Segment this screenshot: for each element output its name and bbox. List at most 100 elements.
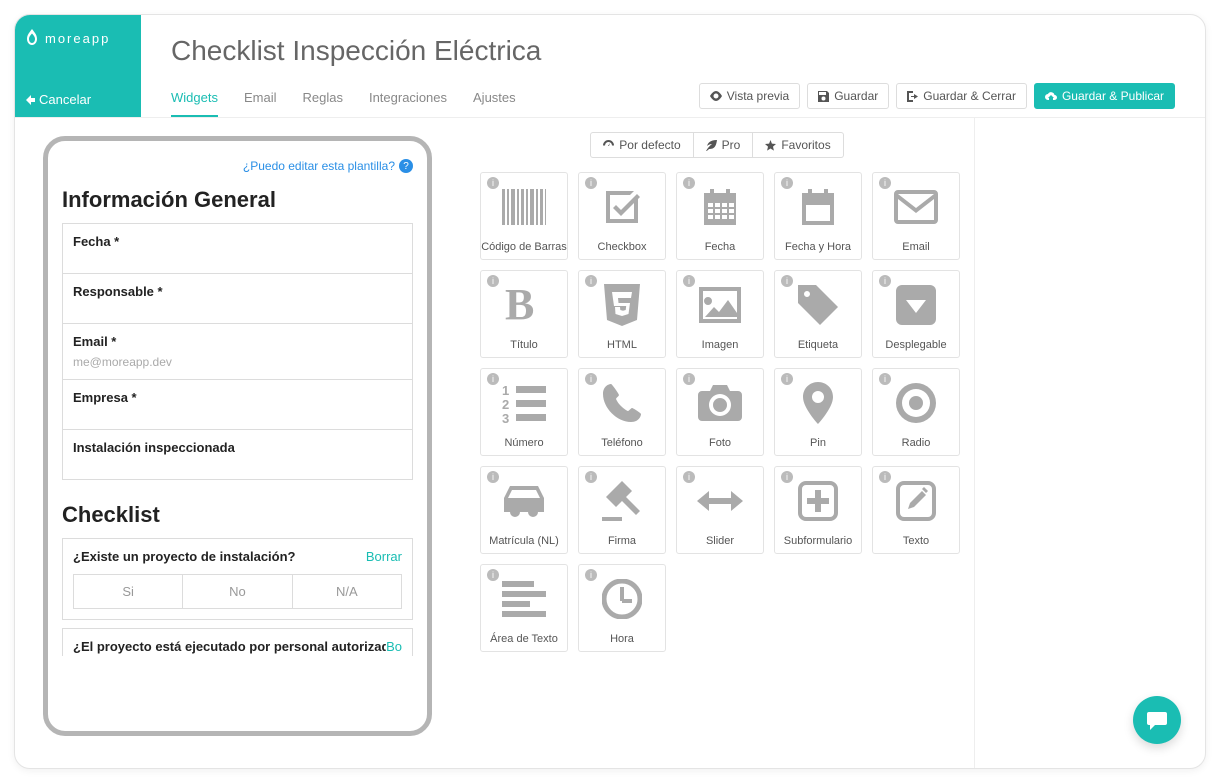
- info-icon[interactable]: i: [487, 569, 499, 581]
- arrow-left-icon: [25, 95, 35, 105]
- calendar-grid-icon: [700, 187, 740, 227]
- widget-label: Teléfono: [601, 437, 643, 449]
- phone-icon: [603, 384, 641, 422]
- delete-button[interactable]: Bo: [386, 639, 402, 654]
- widget-number[interactable]: i 123 Número: [480, 368, 568, 456]
- field-empresa[interactable]: Empresa *: [63, 380, 412, 430]
- chat-fab[interactable]: [1133, 696, 1181, 744]
- widget-header[interactable]: i B Título: [480, 270, 568, 358]
- question-text: ¿El proyecto está ejecutado por personal…: [73, 639, 386, 654]
- widget-textarea[interactable]: i Área de Texto: [480, 564, 568, 652]
- widget-slider[interactable]: i Slider: [676, 466, 764, 554]
- save-publish-button[interactable]: Guardar & Publicar: [1034, 83, 1175, 109]
- widget-html[interactable]: i HTML: [578, 270, 666, 358]
- info-icon[interactable]: i: [487, 177, 499, 189]
- option-si[interactable]: Si: [74, 575, 183, 608]
- save-close-label: Guardar & Cerrar: [923, 89, 1016, 103]
- widget-label: Hora: [610, 633, 634, 645]
- save-close-button[interactable]: Guardar & Cerrar: [896, 83, 1027, 109]
- widget-pin[interactable]: i Pin: [774, 368, 862, 456]
- option-no[interactable]: No: [183, 575, 292, 608]
- tab-widgets[interactable]: Widgets: [171, 90, 218, 117]
- info-icon[interactable]: i: [781, 177, 793, 189]
- info-icon[interactable]: i: [487, 275, 499, 287]
- widget-subform[interactable]: i Subformulario: [774, 466, 862, 554]
- widget-radio[interactable]: i Radio: [872, 368, 960, 456]
- field-email[interactable]: Email * me@moreapp.dev: [63, 324, 412, 380]
- info-icon[interactable]: i: [585, 177, 597, 189]
- widget-datetime[interactable]: i Fecha y Hora: [774, 172, 862, 260]
- save-button[interactable]: Guardar: [807, 83, 889, 109]
- info-icon[interactable]: i: [585, 471, 597, 483]
- tab-integrations[interactable]: Integraciones: [369, 90, 447, 117]
- tab-email[interactable]: Email: [244, 90, 277, 117]
- edit-template-help[interactable]: ¿Puedo editar esta plantilla? ?: [62, 159, 413, 173]
- tab-rules[interactable]: Reglas: [302, 90, 342, 117]
- field-fecha[interactable]: Fecha *: [63, 224, 412, 274]
- info-icon[interactable]: i: [781, 275, 793, 287]
- info-icon[interactable]: i: [683, 471, 695, 483]
- camera-icon: [698, 385, 742, 421]
- info-icon[interactable]: i: [487, 373, 499, 385]
- delete-button[interactable]: Borrar: [366, 549, 402, 564]
- widget-license-plate[interactable]: i Matrícula (NL): [480, 466, 568, 554]
- form-preview-pane: ¿Puedo editar esta plantilla? ? Informac…: [15, 118, 460, 768]
- palette-tab-default[interactable]: Por defecto: [590, 132, 693, 158]
- field-instalacion[interactable]: Instalación inspeccionada: [63, 430, 412, 479]
- info-icon[interactable]: i: [585, 373, 597, 385]
- info-icon[interactable]: i: [585, 275, 597, 287]
- align-left-icon: [502, 581, 546, 617]
- help-link-text: ¿Puedo editar esta plantilla?: [243, 159, 395, 173]
- right-empty-pane: [975, 118, 1205, 768]
- widget-palette: Por defecto Pro Favoritos i Código de Ba…: [460, 118, 975, 768]
- widget-dropdown[interactable]: i Desplegable: [872, 270, 960, 358]
- info-icon[interactable]: i: [879, 373, 891, 385]
- info-icon[interactable]: i: [487, 471, 499, 483]
- edit-square-icon: [896, 481, 936, 521]
- field-label: Email *: [73, 334, 402, 349]
- widget-date[interactable]: i Fecha: [676, 172, 764, 260]
- info-icon[interactable]: i: [879, 177, 891, 189]
- preview-button[interactable]: Vista previa: [699, 83, 800, 109]
- widget-email[interactable]: i Email: [872, 172, 960, 260]
- palette-tab-pro[interactable]: Pro: [694, 132, 754, 158]
- widget-text[interactable]: i Texto: [872, 466, 960, 554]
- tab-settings[interactable]: Ajustes: [473, 90, 516, 117]
- field-label: Empresa *: [73, 390, 402, 405]
- tag-icon: [798, 285, 838, 325]
- widget-phone[interactable]: i Teléfono: [578, 368, 666, 456]
- field-responsable[interactable]: Responsable *: [63, 274, 412, 324]
- info-icon[interactable]: i: [683, 275, 695, 287]
- option-na[interactable]: N/A: [293, 575, 401, 608]
- cancel-button[interactable]: Cancelar: [25, 92, 141, 107]
- info-icon[interactable]: i: [585, 569, 597, 581]
- checklist-question-1[interactable]: ¿Existe un proyecto de instalación? Borr…: [62, 538, 413, 620]
- info-icon[interactable]: i: [781, 373, 793, 385]
- plus-square-icon: [798, 481, 838, 521]
- info-icon[interactable]: i: [781, 471, 793, 483]
- widget-label[interactable]: i Etiqueta: [774, 270, 862, 358]
- svg-text:B: B: [505, 285, 534, 325]
- radio-dot-icon: [896, 383, 936, 423]
- envelope-icon: [894, 190, 938, 224]
- palette-tab-favorites[interactable]: Favoritos: [753, 132, 843, 158]
- widget-label: Texto: [903, 535, 929, 547]
- info-icon[interactable]: i: [683, 373, 695, 385]
- widget-image[interactable]: i Imagen: [676, 270, 764, 358]
- checkbox-icon: [602, 187, 642, 227]
- widget-photo[interactable]: i Foto: [676, 368, 764, 456]
- save-publish-label: Guardar & Publicar: [1062, 89, 1164, 103]
- info-icon[interactable]: i: [879, 471, 891, 483]
- info-icon[interactable]: i: [879, 275, 891, 287]
- checklist-question-2[interactable]: ¿El proyecto está ejecutado por personal…: [62, 628, 413, 656]
- eye-icon: [710, 91, 722, 101]
- preview-label: Vista previa: [727, 89, 789, 103]
- widget-time[interactable]: i Hora: [578, 564, 666, 652]
- widget-checkbox[interactable]: i Checkbox: [578, 172, 666, 260]
- info-icon[interactable]: i: [683, 177, 695, 189]
- widget-barcode[interactable]: i Código de Barras: [480, 172, 568, 260]
- widget-signature[interactable]: i Firma: [578, 466, 666, 554]
- field-placeholder: me@moreapp.dev: [73, 355, 402, 369]
- general-fields: Fecha * Responsable * Email * me@moreapp…: [62, 223, 413, 480]
- clock-icon: [602, 579, 642, 619]
